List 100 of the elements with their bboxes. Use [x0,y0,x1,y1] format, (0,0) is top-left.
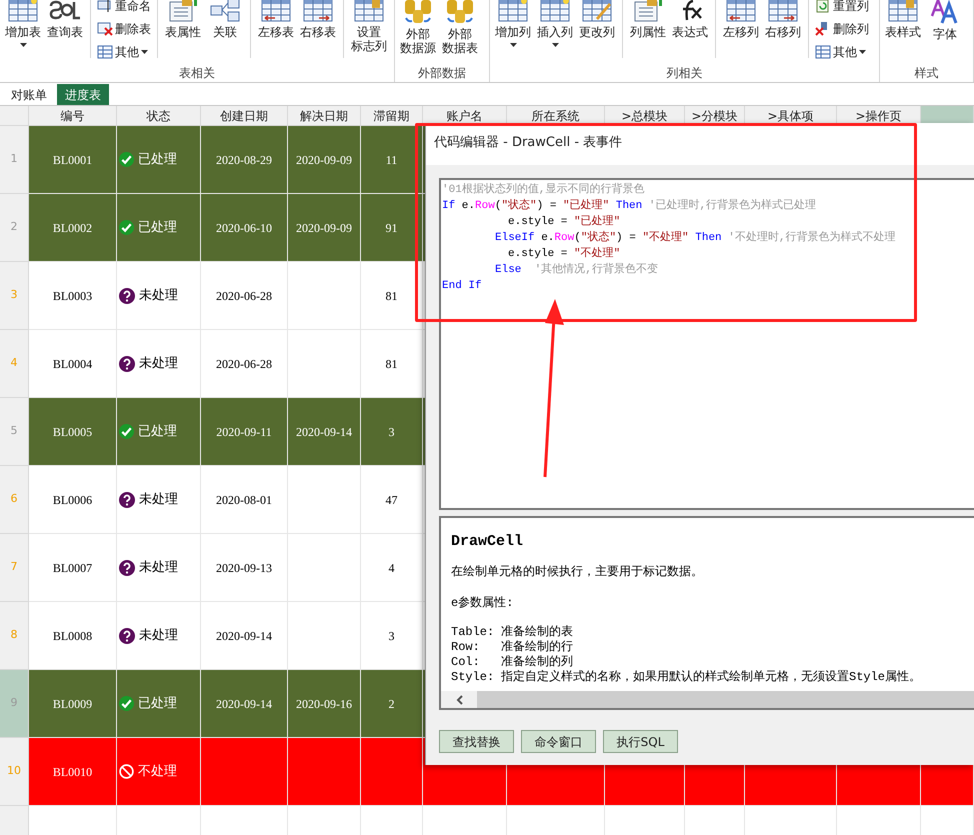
sheet-tab[interactable]: 进度表 [57,84,109,105]
ribbon-button[interactable]: 增加表 [4,0,42,47]
ribbon-button[interactable]: 其他 [97,42,151,62]
dialog-button[interactable]: 查找替换 [439,730,514,753]
column-header[interactable]: 滞留期 [361,106,423,126]
flag-column-icon [354,0,384,22]
table-style-icon [888,0,918,22]
database-icon [402,0,434,24]
question-icon [119,356,135,372]
ribbon-button[interactable]: 字体 [926,0,964,41]
prohibited-icon [119,764,134,779]
reset-icon [815,0,831,13]
question-icon [119,560,135,576]
font-icon [930,0,960,24]
ribbon-button[interactable]: 重命名 [97,0,151,16]
scroll-left-icon[interactable] [456,694,462,704]
question-icon [119,628,135,644]
ribbon-button[interactable]: 表达式 [671,0,709,39]
ribbon-button[interactable]: 外部 数据表 [441,0,479,55]
edit-column-icon [582,0,612,22]
table-icon [8,0,38,22]
column-header[interactable]: 创建日期 [201,106,288,126]
help-text: 在绘制单元格的时候执行，主要用于标记数据。 [451,564,703,580]
check-icon [119,152,134,167]
ribbon-button[interactable]: 插入列 [536,0,574,47]
ribbon-button[interactable]: 删除列 [815,19,869,39]
group-label: 表相关 [178,66,216,80]
status-text: 未处理 [139,490,178,509]
param-name: Table: [451,625,496,640]
code-line: Else '其他情况,行背景色不变 [495,262,658,278]
ribbon-button[interactable]: 查询表 [46,0,84,39]
ribbon-button[interactable]: 外部 数据源 [399,0,437,55]
code-area[interactable]: '01根据状态列的值,显示不同的行背景色 If e.Row("状态") = "已处理" Then '已处理时,行背景色为样式已处理 e.style = "已处理" ElseIf e.Row("状态") = "不处理" Then '不处理时,行背景色为样式不处理 e.style = "不处理" Else '其他情况,行背景色不变 End If [439,178,974,510]
ribbon-button[interactable]: 表属性 [164,0,202,39]
column-header[interactable]: 解决日期 [288,106,361,126]
status-text: 未处理 [139,354,178,373]
ribbon-button[interactable]: 更改列 [578,0,616,39]
param-name: Col: [451,655,481,670]
ribbon-button[interactable]: 右移表 [299,0,337,39]
check-icon [119,220,134,235]
insert-column-icon [540,0,570,22]
param-text: 指定自定义样式的名称，如果用默认的样式绘制单元格，无须设置Style属性。 [501,670,922,685]
ribbon-button[interactable]: 删除表 [97,19,151,39]
ribbon-button[interactable]: 右移列 [764,0,802,39]
question-icon [119,288,135,304]
param-name: Style: [451,670,496,685]
param-text: 准备绘制的行 [501,640,573,655]
ribbon-button[interactable]: 增加列 [494,0,532,47]
table-icon [815,45,831,59]
check-icon [119,424,134,439]
ribbon-button[interactable]: 重置列 [815,0,869,16]
ribbon-button[interactable]: 设置 标志列 [350,0,388,53]
column-right-icon [768,0,798,22]
code-line: e.style = "不处理" [508,246,620,262]
group-label: 外部数据 [417,66,467,80]
status-text: 已处理 [138,218,177,237]
status-text: 未处理 [139,286,178,305]
ribbon-button[interactable]: 表样式 [884,0,922,39]
param-text: 准备绘制的表 [501,625,573,640]
group-label: 列相关 [666,66,704,80]
ribbon-button[interactable]: 左移表 [257,0,295,39]
corner-cell [0,106,29,126]
sql-icon [48,0,82,22]
help-text: e参数属性: [451,595,514,611]
delete-table-icon [97,22,113,36]
ribbon-button[interactable]: 列属性 [629,0,667,39]
group-label: 样式 [914,66,940,80]
column-left-icon [726,0,756,22]
status-text: 未处理 [139,626,178,645]
ribbon-button[interactable]: 其他 [815,42,869,62]
status-text: 不处理 [138,762,177,781]
table-icon [303,0,333,22]
dialog-button[interactable]: 执行SQL [603,730,678,753]
table-icon [97,45,113,59]
dialog-button[interactable]: 命令窗口 [521,730,596,753]
add-column-icon [498,0,528,22]
window-title: 代码编辑器 - DrawCell - 表事件 [434,134,622,152]
ribbon-button[interactable]: 左移列 [722,0,760,39]
param-name: Row: [451,640,481,655]
rename-icon [97,0,113,13]
question-icon [119,492,135,508]
code-line: '01根据状态列的值,显示不同的行背景色 [442,182,644,198]
ribbon-button[interactable]: 关联 [206,0,244,39]
column-header[interactable]: 编号 [29,106,117,126]
status-text: 已处理 [138,150,177,169]
status-text: 未处理 [139,558,178,577]
code-line: If e.Row("状态") = "已处理" Then '已处理时,行背景色为样式已处理 [442,198,816,214]
help-title: DrawCell [451,532,524,552]
column-header[interactable]: 状态 [117,106,201,126]
status-text: 已处理 [138,422,177,441]
param-text: 准备绘制的列 [501,655,573,670]
code-line: End If [442,279,482,294]
relation-icon [210,0,240,22]
table-icon [261,0,291,22]
status-text: 已处理 [138,694,177,713]
check-icon [119,696,134,711]
code-line: e.style = "已处理" [508,214,620,230]
database-icon [444,0,476,24]
code-line: ElseIf e.Row("状态") = "不处理" Then '不处理时,行背景色为样式不处理 [495,230,896,246]
horizontal-scrollbar[interactable] [441,691,974,708]
